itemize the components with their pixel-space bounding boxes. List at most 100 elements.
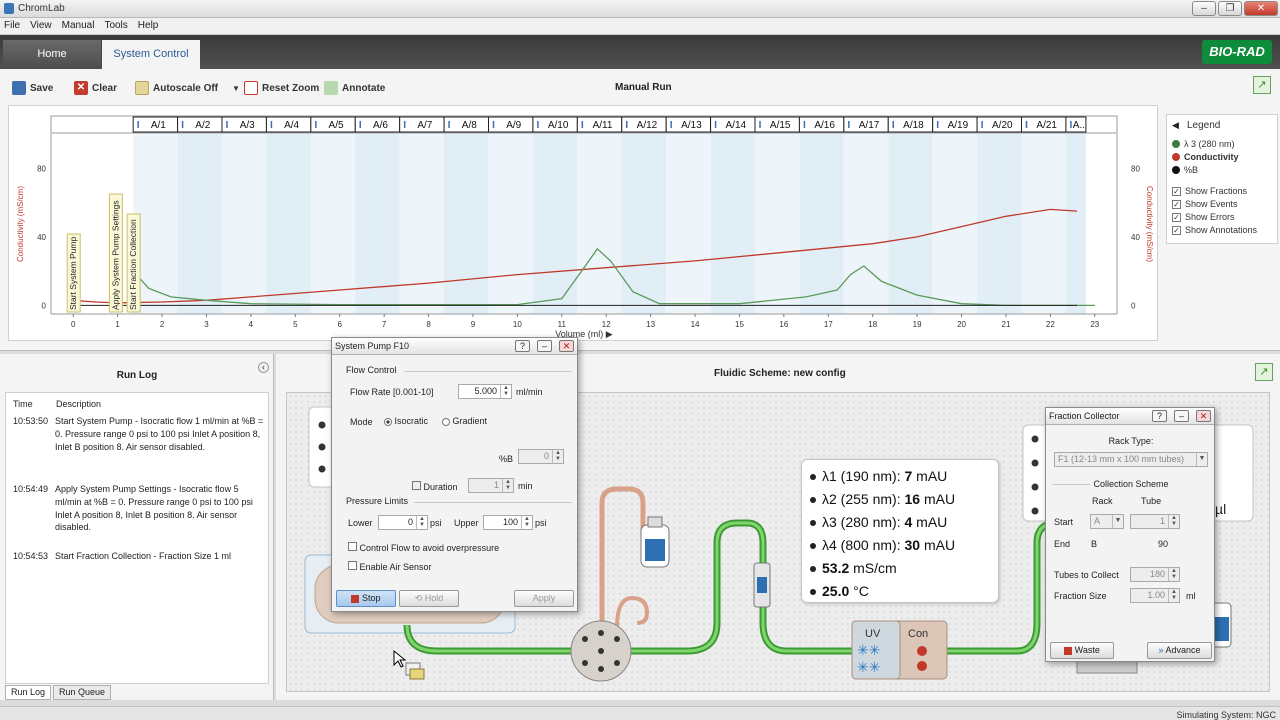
menu-manual[interactable]: Manual xyxy=(58,18,101,31)
lower-input[interactable]: 0 ▲ ▼ xyxy=(378,515,428,530)
x-tick-label: 23 xyxy=(1090,320,1099,329)
tubes-to-collect-label: Tubes to Collect xyxy=(1054,570,1119,580)
show-events-checkbox[interactable]: ✓ Show Events xyxy=(1172,199,1238,209)
control-flow-checkbox[interactable]: Control Flow to avoid overpressure xyxy=(348,542,499,553)
spinner-icon[interactable]: ▲ ▼ xyxy=(552,450,563,463)
hold-button[interactable]: ⟲ Hold xyxy=(399,590,459,607)
legend-panel: ◀ Legend λ 3 (280 nm) Conductivity %B ✓ S… xyxy=(1166,114,1278,244)
det-unit: mS/cm xyxy=(849,560,897,576)
flow-control-group: Flow Control xyxy=(346,365,397,375)
rack-type-select[interactable]: F1 (12-13 mm x 100 mm tubes) ▼ xyxy=(1054,452,1208,467)
pctb-input[interactable]: 0 ▲ ▼ xyxy=(518,449,564,464)
tab-run-queue[interactable]: Run Queue xyxy=(53,685,112,700)
end-label: End xyxy=(1054,539,1071,549)
stop-button[interactable]: Stop xyxy=(336,590,396,607)
chart-title: Manual Run xyxy=(615,82,672,93)
annotate-button[interactable]: Annotate xyxy=(324,79,385,97)
minimize-dialog-button[interactable]: – xyxy=(537,340,552,352)
mode-gradient-radio[interactable]: Gradient xyxy=(442,416,487,426)
fraction-collector-dialog: Fraction Collector ? – ✕ Rack Type: F1 (… xyxy=(1045,407,1215,662)
x-tick-label: 9 xyxy=(471,320,476,329)
legend-item-conductivity[interactable]: Conductivity xyxy=(1172,152,1239,162)
collapse-legend-icon[interactable]: ◀ xyxy=(1172,120,1179,131)
show-annotations-checkbox[interactable]: ✓ Show Annotations xyxy=(1172,225,1257,235)
chromatogram-plot[interactable]: A/1 A/2 A/3 A/4 A/5 A/6 A/7 A/8 A/9 A/10 A/11 A/12 A… xyxy=(8,105,1158,341)
pctb-label: %B xyxy=(499,454,514,464)
autoscale-button[interactable]: Autoscale Off ▼ xyxy=(135,79,240,97)
spinner-icon[interactable]: ▲ ▼ xyxy=(500,385,511,398)
apply-button[interactable]: Apply xyxy=(514,590,574,607)
radio-label: Isocratic xyxy=(394,416,429,426)
spinner-icon[interactable]: ▲ ▼ xyxy=(502,479,513,492)
advance-label: Advance xyxy=(1165,645,1201,655)
duration-checkbox[interactable]: Duration xyxy=(412,481,458,492)
duration-input[interactable]: 1 ▲ ▼ xyxy=(468,478,514,493)
legend-dot xyxy=(1172,153,1180,161)
menu-file[interactable]: File xyxy=(0,18,26,31)
save-button[interactable]: Save xyxy=(12,79,53,97)
fraction-label: A.. xyxy=(1073,120,1085,131)
detector-readout-card: λ1 (190 nm): 7 mAU λ2 (255 nm): 16 mAU λ… xyxy=(801,459,999,603)
expand-icon[interactable]: ↗ xyxy=(1253,76,1271,94)
row-time: 10:53:50 xyxy=(13,416,49,426)
spinner-icon[interactable]: ▲ ▼ xyxy=(416,516,427,529)
menu-tools[interactable]: Tools xyxy=(100,18,133,31)
waste-button[interactable]: Waste xyxy=(1050,642,1114,659)
legend-label: %B xyxy=(1184,165,1199,175)
col-time: Time xyxy=(13,399,33,409)
chevron-down-icon: ▼ xyxy=(1196,453,1207,466)
show-errors-checkbox[interactable]: ✓ Show Errors xyxy=(1172,212,1235,222)
fluidic-title: Fluidic Scheme: new config xyxy=(714,368,846,379)
spinner-icon[interactable]: ▲ ▼ xyxy=(1168,515,1179,528)
fraction-size-input[interactable]: 1.00 ▲ ▼ xyxy=(1130,588,1180,603)
help-button[interactable]: ? xyxy=(515,340,530,352)
fraction-band xyxy=(177,134,223,314)
expand-icon[interactable]: ↗ xyxy=(1255,363,1273,381)
clear-button[interactable]: ✕ Clear xyxy=(74,79,117,97)
menu-help[interactable]: Help xyxy=(134,18,165,31)
spinner-icon[interactable]: ▲ ▼ xyxy=(1168,589,1179,602)
tab-home[interactable]: Home xyxy=(3,40,101,69)
uv-label: UV xyxy=(865,628,881,640)
spinner-icon[interactable]: ▲ ▼ xyxy=(1168,568,1179,581)
start-rack-select[interactable]: A ▼ xyxy=(1090,514,1124,529)
air-sensor-checkbox[interactable]: Enable Air Sensor xyxy=(348,561,432,572)
psi-unit: psi xyxy=(535,518,547,528)
fraction-label: A/3 xyxy=(240,120,255,131)
advance-button[interactable]: » Advance xyxy=(1147,642,1212,659)
mode-isocratic-radio[interactable]: Isocratic xyxy=(384,416,428,426)
close-dialog-button[interactable]: ✕ xyxy=(1196,410,1211,422)
close-button[interactable]: ✕ xyxy=(1244,1,1278,16)
row-desc: Start Fraction Collection - Fraction Siz… xyxy=(55,551,232,561)
legend-item-uv[interactable]: λ 3 (280 nm) xyxy=(1172,139,1235,149)
restore-button[interactable]: ❐ xyxy=(1218,1,1242,16)
tab-system-control[interactable]: System Control xyxy=(102,40,200,69)
clear-icon: ✕ xyxy=(74,81,88,95)
start-rack-value: A xyxy=(1094,516,1101,526)
det-prefix: λ1 (190 nm): xyxy=(822,468,905,484)
fraction-label: A/14 xyxy=(726,120,747,131)
tab-run-log[interactable]: Run Log xyxy=(5,685,52,700)
spinner-icon[interactable]: ▲ ▼ xyxy=(521,516,532,529)
minimize-button[interactable]: – xyxy=(1192,1,1216,16)
minimize-dialog-button[interactable]: – xyxy=(1174,410,1189,422)
help-button[interactable]: ? xyxy=(1152,410,1167,422)
reset-zoom-button[interactable]: Reset Zoom xyxy=(244,79,319,97)
x-tick-label: 18 xyxy=(868,320,877,329)
fraction-band xyxy=(1021,134,1066,314)
tubes-to-collect-input[interactable]: 180 ▲ ▼ xyxy=(1130,567,1180,582)
x-tick-label: 21 xyxy=(1002,320,1011,329)
show-fractions-checkbox[interactable]: ✓ Show Fractions xyxy=(1172,186,1247,196)
x-tick-label: 13 xyxy=(646,320,655,329)
close-dialog-button[interactable]: ✕ xyxy=(559,340,574,352)
fraction-band xyxy=(310,134,356,314)
flow-rate-input[interactable]: 5.000 ▲ ▼ xyxy=(458,384,512,399)
upper-input[interactable]: 100 ▲ ▼ xyxy=(483,515,533,530)
chevron-down-icon[interactable]: ▼ xyxy=(232,84,240,93)
save-icon xyxy=(12,81,26,95)
legend-item-pctb[interactable]: %B xyxy=(1172,165,1198,175)
start-tube-input[interactable]: 1 ▲ ▼ xyxy=(1130,514,1180,529)
rack-type-value: F1 (12-13 mm x 100 mm tubes) xyxy=(1058,454,1185,464)
menu-view[interactable]: View xyxy=(26,18,58,31)
fraction-band xyxy=(577,134,622,314)
